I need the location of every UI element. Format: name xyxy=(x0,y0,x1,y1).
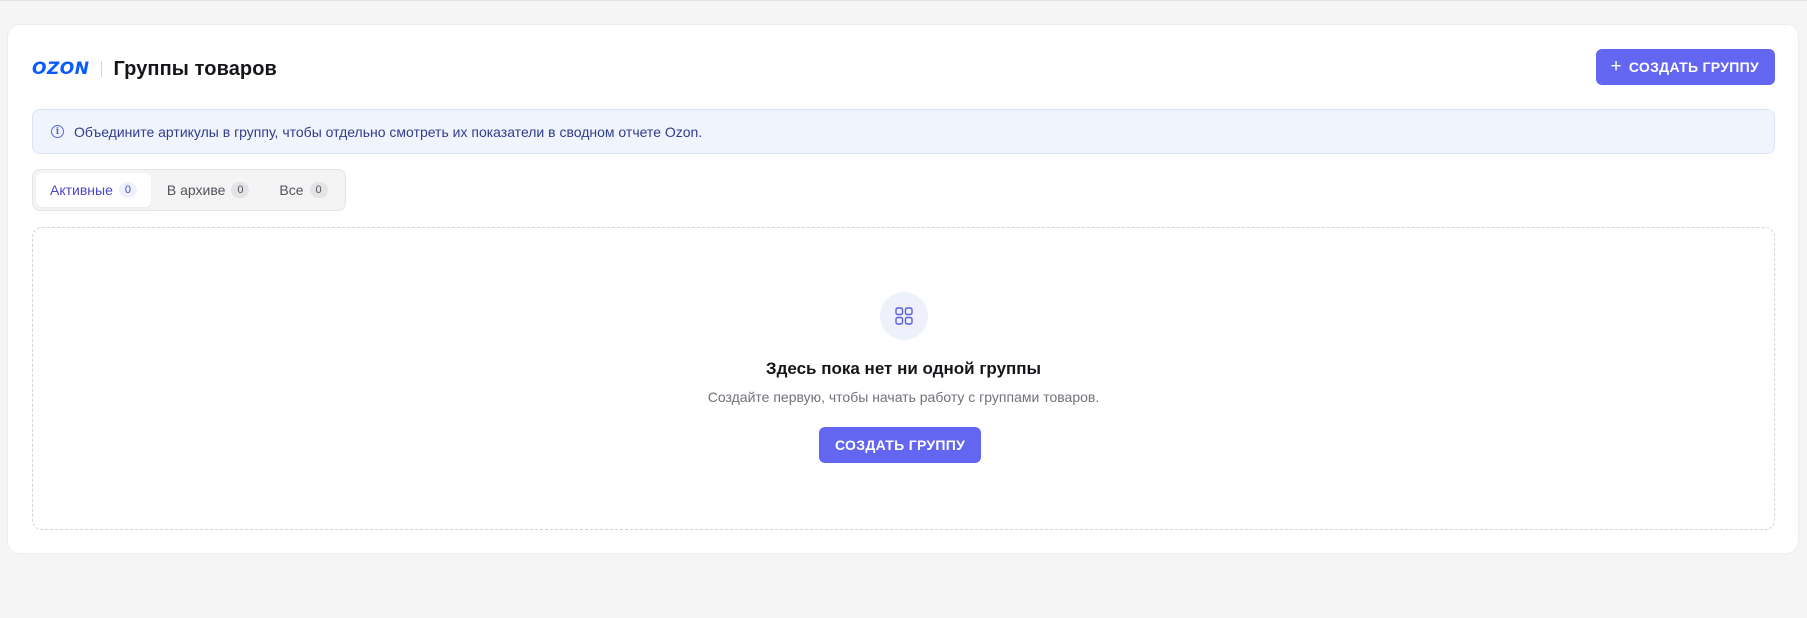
tab-label: Активные xyxy=(50,182,113,198)
create-group-empty-button[interactable]: СОЗДАТЬ ГРУППУ xyxy=(819,427,982,463)
grid-icon xyxy=(880,292,928,340)
tab-label: В архиве xyxy=(166,182,226,198)
page-title: Группы товаров xyxy=(113,57,277,80)
header-divider xyxy=(101,61,103,77)
create-group-button-label: СОЗДАТЬ ГРУППУ xyxy=(1628,59,1759,75)
tab-count-badge: 0 xyxy=(231,182,250,198)
info-banner-text: Объедините артикулы в группу, чтобы отде… xyxy=(74,123,703,140)
page-header: OZON Группы товаров + СОЗДАТЬ ГРУППУ xyxy=(32,49,1775,89)
plus-icon: + xyxy=(1610,55,1622,77)
info-icon: i xyxy=(51,125,64,138)
tab-all[interactable]: Все 0 xyxy=(265,173,341,207)
empty-state-title: Здесь пока нет ни одной группы xyxy=(765,359,1042,378)
tab-active[interactable]: Активные 0 xyxy=(36,173,151,207)
tab-archive[interactable]: В архиве 0 xyxy=(153,173,264,207)
tab-count-badge: 0 xyxy=(309,182,328,198)
create-group-button[interactable]: + СОЗДАТЬ ГРУППУ xyxy=(1596,49,1775,85)
groups-card: OZON Группы товаров + СОЗДАТЬ ГРУППУ i О… xyxy=(8,25,1798,553)
tab-count-badge: 0 xyxy=(118,182,137,198)
status-tabs: Активные 0 В архиве 0 Все 0 xyxy=(32,169,346,211)
top-divider xyxy=(0,0,1807,1)
ozon-logo: OZON xyxy=(32,59,90,79)
empty-state: Здесь пока нет ни одной группы Создайте … xyxy=(32,227,1775,530)
info-banner: i Объедините артикулы в группу, чтобы от… xyxy=(32,109,1775,154)
empty-state-subtitle: Создайте первую, чтобы начать работу с г… xyxy=(707,389,1100,405)
tab-label: Все xyxy=(279,182,304,198)
